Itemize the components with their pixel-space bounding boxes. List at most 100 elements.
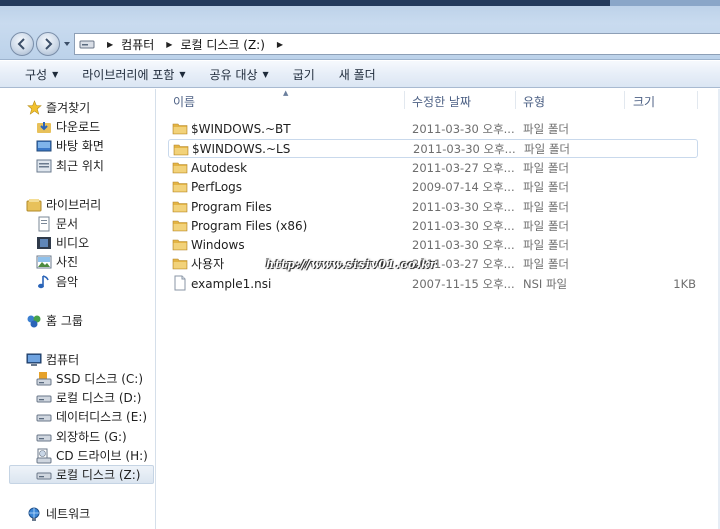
organize-label: 구성 (25, 67, 48, 82)
burn-label: 굽기 (292, 67, 315, 82)
organize-menu[interactable]: 구성 ▼ (25, 66, 58, 83)
file-size: 1KB (673, 276, 696, 291)
external-drive-icon (36, 429, 52, 445)
nav-pictures[interactable]: 사진 (36, 252, 78, 271)
file-name: Autodesk (191, 160, 248, 175)
document-icon (36, 216, 52, 232)
column-header-modified[interactable]: 수정한 날짜 (412, 93, 471, 110)
nav-desktop[interactable]: 바탕 화면 (36, 136, 104, 155)
file-type: 파일 폴더 (523, 218, 569, 233)
include-library-menu[interactable]: 라이브러리에 포함 ▼ (82, 66, 185, 83)
breadcrumb-separator-icon[interactable]: ▶ (107, 40, 113, 49)
nav-downloads[interactable]: 다운로드 (36, 117, 100, 136)
burn-button[interactable]: 굽기 (293, 66, 315, 83)
nav-drive-d[interactable]: 로컬 디스크 (D:) (36, 388, 141, 407)
file-date-modified: 2007-11-15 오후... (412, 276, 515, 291)
title-bar: ▶ 컴퓨터 ▶ 로컬 디스크 (Z:) ▶ (0, 0, 720, 60)
breadcrumb-drive-z[interactable]: 로컬 디스크 (Z:) (180, 36, 264, 53)
nav-drive-z[interactable]: 로컬 디스크 (Z:) (9, 465, 154, 484)
drive-icon (36, 409, 52, 425)
file-name: Windows (191, 237, 245, 252)
nav-music[interactable]: 음악 (36, 272, 78, 291)
nav-recent[interactable]: 최근 위치 (36, 156, 104, 175)
breadcrumb-separator-icon[interactable]: ▶ (166, 40, 172, 49)
column-header-size[interactable]: 크기 (633, 93, 655, 110)
file-type: NSI 파일 (523, 276, 568, 291)
column-header-type[interactable]: 유형 (523, 93, 545, 110)
file-type: 파일 폴더 (523, 179, 569, 194)
back-button[interactable] (10, 32, 34, 56)
file-name: Program Files (191, 199, 272, 214)
file-name: 사용자 (191, 257, 225, 271)
nav-drive-d-label: 로컬 디스크 (D:) (56, 391, 142, 405)
nav-documents[interactable]: 문서 (36, 214, 78, 233)
file-row[interactable]: Autodesk 2011-03-27 오후... 파일 폴더 (168, 158, 698, 177)
new-folder-label: 새 폴더 (338, 67, 376, 82)
share-with-label: 공유 대상 (209, 67, 258, 82)
file-type: 파일 폴더 (523, 199, 569, 214)
column-divider[interactable] (697, 91, 698, 109)
nav-drive-h[interactable]: CD 드라이브 (H:) (36, 446, 148, 465)
back-arrow-icon (17, 38, 25, 50)
nav-libraries-label: 라이브러리 (46, 198, 102, 212)
nav-computer[interactable]: 컴퓨터 (26, 350, 79, 369)
chevron-down-icon: ▼ (52, 69, 59, 79)
recent-pages-dropdown-icon[interactable] (63, 40, 71, 48)
nav-videos[interactable]: 비디오 (36, 233, 89, 252)
file-date-modified: 2011-03-30 오후... (412, 199, 515, 214)
nav-computer-label: 컴퓨터 (46, 353, 80, 367)
breadcrumb-separator-icon[interactable]: ▶ (277, 40, 283, 49)
nav-drive-c[interactable]: SSD 디스크 (C:) (36, 369, 143, 388)
downloads-folder-icon (36, 119, 52, 135)
file-name: example1.nsi (191, 276, 272, 291)
file-date-modified: 2011-03-27 오후... (412, 160, 515, 175)
file-row[interactable]: $WINDOWS.~BT 2011-03-30 오후... 파일 폴더 (168, 119, 698, 138)
forward-button[interactable] (36, 32, 60, 56)
file-row[interactable]: Program Files (x86) 2011-03-30 오후... 파일 폴더 (168, 216, 698, 235)
file-row[interactable]: PerfLogs 2009-07-14 오후... 파일 폴더 (168, 177, 698, 196)
share-with-menu[interactable]: 공유 대상 ▼ (210, 66, 269, 83)
column-header-name[interactable]: 이름 (173, 93, 195, 110)
film-icon (36, 235, 52, 251)
column-divider[interactable] (624, 91, 625, 109)
file-type: 파일 폴더 (523, 160, 569, 175)
file-row[interactable]: $WINDOWS.~LS 2011-03-30 오후... 파일 폴더 (168, 139, 698, 158)
file-name: PerfLogs (191, 179, 243, 194)
file-row[interactable]: example1.nsi 2007-11-15 오후... NSI 파일 1KB (168, 274, 698, 293)
column-divider[interactable] (515, 91, 516, 109)
drive-icon (79, 38, 95, 50)
file-name: $WINDOWS.~LS (192, 141, 291, 156)
file-name: Program Files (x86) (191, 218, 308, 233)
file-row[interactable]: Windows 2011-03-30 오후... 파일 폴더 (168, 235, 698, 254)
watermark-text: http://www.sisiv01.co.kr (266, 258, 437, 271)
file-date-modified: 2009-07-14 오후... (412, 179, 515, 194)
nav-videos-label: 비디오 (56, 236, 90, 250)
nav-drive-h-label: CD 드라이브 (H:) (56, 449, 148, 463)
nav-drive-g-label: 외장하드 (G:) (56, 430, 127, 444)
forward-arrow-icon (45, 38, 53, 50)
nav-pictures-label: 사진 (56, 255, 79, 269)
nav-drive-g[interactable]: 외장하드 (G:) (36, 427, 127, 446)
file-date-modified: 2011-03-30 오후... (413, 141, 516, 156)
chevron-down-icon: ▼ (262, 69, 269, 79)
file-type: 파일 폴더 (523, 256, 569, 271)
nav-downloads-label: 다운로드 (56, 120, 101, 134)
nav-libraries[interactable]: 라이브러리 (26, 195, 101, 214)
file-date-modified: 2011-03-30 오후... (412, 237, 515, 252)
nav-music-label: 음악 (56, 275, 79, 289)
sort-ascending-icon: ▲ (283, 89, 289, 97)
file-type: 파일 폴더 (523, 237, 569, 252)
drive-icon (36, 467, 52, 483)
window-frame-top (0, 0, 720, 6)
column-divider[interactable] (404, 91, 405, 109)
address-bar[interactable]: ▶ 컴퓨터 ▶ 로컬 디스크 (Z:) ▶ (74, 33, 720, 55)
breadcrumb-computer[interactable]: 컴퓨터 (121, 36, 154, 53)
computer-icon (26, 352, 42, 368)
cd-drive-icon (36, 448, 52, 464)
nav-homegroup[interactable]: 홈 그룹 (26, 311, 83, 330)
nav-favorites[interactable]: 즐겨찾기 (26, 98, 90, 117)
file-row[interactable]: Program Files 2011-03-30 오후... 파일 폴더 (168, 197, 698, 216)
nav-drive-e[interactable]: 데이터디스크 (E:) (36, 407, 147, 426)
nav-network[interactable]: 네트워크 (26, 504, 90, 523)
new-folder-button[interactable]: 새 폴더 (339, 66, 376, 83)
